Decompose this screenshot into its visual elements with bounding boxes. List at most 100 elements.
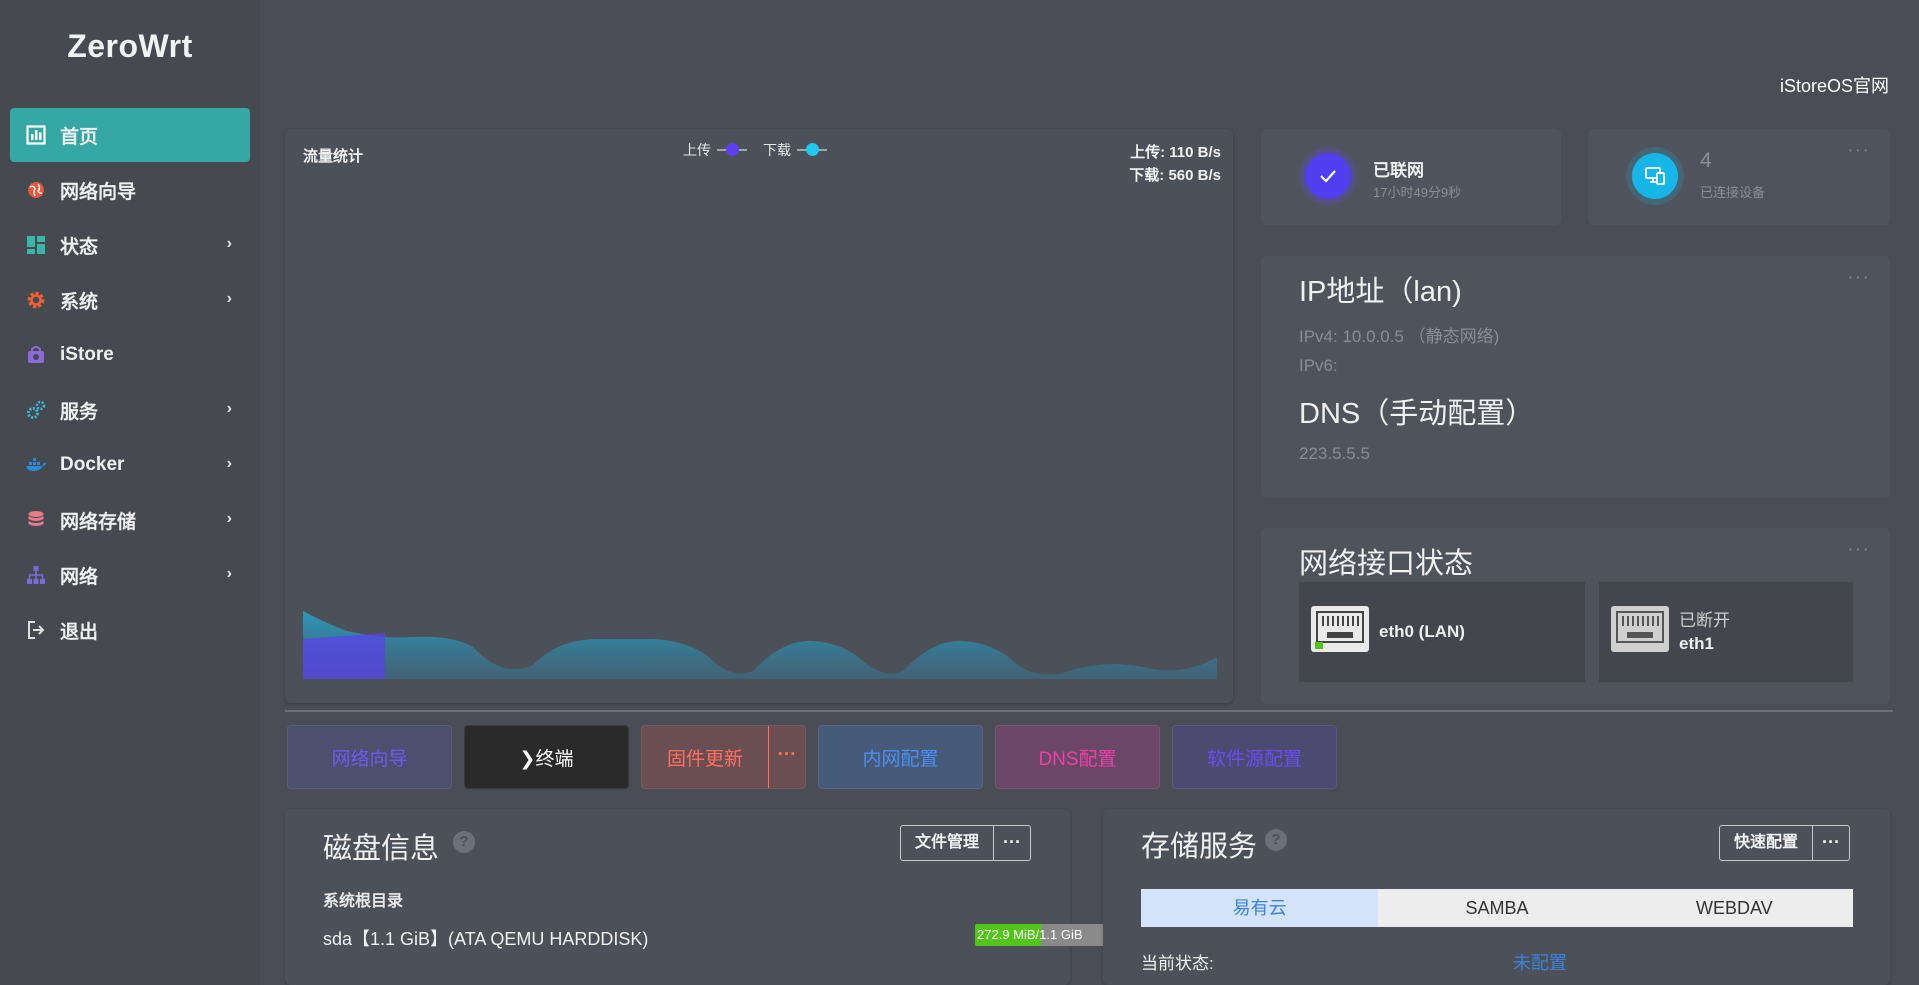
tab-webdav[interactable]: WEBDAV [1615, 889, 1853, 927]
interfaces-title: 网络接口状态 [1299, 548, 1474, 580]
software-source-button[interactable]: 软件源配置 [1172, 725, 1337, 789]
database-icon [24, 508, 48, 532]
ipv6-value: IPv6: [1299, 356, 1338, 375]
sidebar-item-logout[interactable]: 退出 [10, 603, 250, 657]
download-rate: 下载: 560 B/s [1129, 167, 1221, 184]
firmware-more-icon[interactable]: ··· [768, 726, 805, 788]
legend-download[interactable]: 下载 [763, 140, 827, 160]
sidebar-item-network-storage[interactable]: 网络存储 › [10, 493, 250, 547]
ip-more-icon[interactable]: ··· [1847, 266, 1870, 289]
chevron-right-icon: › [226, 290, 232, 307]
logout-icon [24, 618, 48, 642]
quick-config-button[interactable]: 快速配置 [1720, 826, 1812, 860]
sidebar-item-home[interactable]: 首页 [10, 108, 250, 162]
grid-icon [24, 233, 48, 257]
sidebar-item-network[interactable]: 网络 › [10, 548, 250, 602]
dashboard-icon [24, 123, 48, 147]
interfaces-more-icon[interactable]: ··· [1847, 538, 1870, 561]
firmware-update-button[interactable]: 固件更新 ··· [641, 725, 806, 789]
sidebar-nav: 首页 网络向导 状态 › 系统 › iStore 服务 › Docker › 网… [10, 108, 250, 658]
traffic-rates: 上传: 110 B/s 下载: 560 B/s [1129, 141, 1221, 187]
sidebar-item-label: 网络存储 [60, 511, 137, 533]
help-icon[interactable]: ? [453, 831, 475, 853]
ethernet-port-icon [1611, 606, 1669, 652]
devices-card[interactable]: 4 已连接设备 ··· [1588, 129, 1890, 225]
storage-more-button[interactable]: ··· [1812, 826, 1849, 860]
connection-title: 已联网 [1373, 161, 1424, 180]
traffic-title: 流量统计 [303, 148, 364, 165]
disk-section-title: 系统根目录 [323, 893, 404, 910]
download-area [303, 611, 1217, 679]
disk-title: 磁盘信息 [323, 833, 440, 865]
sidebar-item-label: Docker [60, 454, 125, 475]
storage-status-label: 当前状态: [1141, 954, 1214, 973]
firmware-update-label: 固件更新 [667, 748, 744, 770]
legend-download-marker [797, 143, 827, 156]
traffic-area-chart [303, 611, 1217, 679]
upload-rate: 上传: 110 B/s [1130, 144, 1221, 161]
storage-service-panel: 存储服务 ? 快速配置 ··· 易有云 SAMBA WEBDAV 当前状态: 未… [1103, 809, 1890, 985]
disk-device: sda【1.1 GiB】(ATA QEMU HARDDISK) [323, 929, 649, 949]
sidebar-item-istore[interactable]: iStore [10, 328, 250, 382]
sidebar-item-services[interactable]: 服务 › [10, 383, 250, 437]
globe-icon [24, 178, 48, 202]
legend-upload-marker [717, 143, 747, 156]
brand-logo: ZeroWrt [67, 28, 193, 64]
tab-samba[interactable]: SAMBA [1378, 889, 1616, 927]
legend-upload-label: 上传 [683, 142, 711, 158]
disk-usage-text: 272.9 MiB/1.1 GiB [977, 927, 1083, 942]
disk-info-panel: 磁盘信息 ? 文件管理 ··· 系统根目录 sda【1.1 GiB】(ATA Q… [285, 809, 1315, 985]
devices-count: 4 [1700, 149, 1712, 172]
connection-uptime: 17小时49分9秒 [1373, 185, 1462, 200]
storage-status-value[interactable]: 未配置 [1513, 949, 1567, 975]
cogs-icon [24, 398, 48, 422]
sidebar-item-network-wizard[interactable]: 网络向导 [10, 163, 250, 217]
check-icon [1305, 153, 1351, 199]
chevron-right-icon: › [226, 510, 232, 527]
file-manager-button[interactable]: 文件管理 [901, 826, 993, 860]
dns-config-button[interactable]: DNS配置 [995, 725, 1160, 789]
ip-address-card: IP地址（lan) IPv4: 10.0.0.5 （静态网络) IPv6: DN… [1261, 256, 1890, 498]
disk-more-button[interactable]: ··· [993, 826, 1030, 860]
upload-area [303, 633, 385, 679]
legend-upload[interactable]: 上传 [683, 140, 747, 160]
tab-istore-cloud[interactable]: 易有云 [1141, 889, 1379, 927]
sidebar-item-label: 系统 [60, 291, 99, 313]
ip-title: IP地址（lan) [1299, 276, 1462, 308]
sidebar-item-label: 网络向导 [60, 181, 137, 203]
dns-title: DNS（手动配置） [1299, 398, 1535, 430]
istoreos-official-link[interactable]: iStoreOS官网 [1780, 72, 1889, 98]
sidebar-item-docker[interactable]: Docker › [10, 438, 250, 492]
chevron-right-icon: › [226, 400, 232, 417]
devices-icon [1632, 153, 1678, 199]
sidebar-item-label: iStore [60, 344, 114, 365]
sidebar: ZeroWrt 首页 网络向导 状态 › 系统 › iStore 服务 › Do… [0, 0, 260, 985]
network-wizard-button[interactable]: 网络向导 [287, 725, 452, 789]
storage-title: 存储服务 [1141, 831, 1258, 863]
interface-name: eth1 [1679, 634, 1714, 653]
file-manager-group: 文件管理 ··· [900, 825, 1032, 861]
sidebar-item-label: 首页 [60, 126, 99, 148]
storage-tabs: 易有云 SAMBA WEBDAV [1141, 889, 1853, 927]
interface-status: 已断开 [1679, 611, 1730, 630]
terminal-button[interactable]: ❯终端 [464, 725, 629, 789]
sidebar-item-status[interactable]: 状态 › [10, 218, 250, 272]
help-icon[interactable]: ? [1265, 829, 1287, 851]
quick-config-group: 快速配置 ··· [1719, 825, 1851, 861]
sidebar-item-label: 退出 [60, 621, 99, 643]
devices-more-icon[interactable]: ··· [1847, 139, 1870, 162]
sidebar-item-system[interactable]: 系统 › [10, 273, 250, 327]
store-icon [24, 343, 48, 367]
interface-eth1[interactable]: 已断开 eth1 [1599, 582, 1853, 682]
chevron-right-icon: › [226, 455, 232, 472]
dns-value: 223.5.5.5 [1299, 444, 1370, 463]
traffic-legend: 上传 下载 [683, 140, 827, 160]
lan-config-button[interactable]: 内网配置 [818, 725, 983, 789]
docker-icon [24, 453, 48, 477]
interface-eth0[interactable]: eth0 (LAN) [1299, 582, 1585, 682]
legend-download-label: 下载 [763, 142, 791, 158]
gear-icon [24, 288, 48, 312]
sidebar-item-label: 网络 [60, 566, 99, 588]
traffic-chart-card: 流量统计 上传 下载 上传: 110 B/s 下载: 560 B/s [285, 129, 1233, 703]
ethernet-port-icon [1311, 606, 1369, 652]
